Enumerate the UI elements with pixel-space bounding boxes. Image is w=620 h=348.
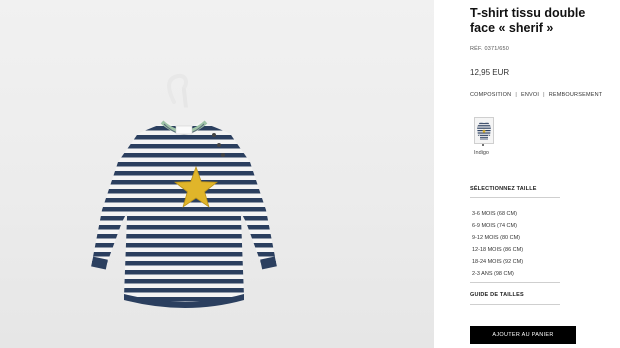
- add-to-cart-button[interactable]: AJOUTER AU PANIER: [470, 326, 576, 344]
- refund-link[interactable]: REMBOURSEMENT: [549, 92, 603, 98]
- striped-shirt: [91, 120, 277, 308]
- size-option[interactable]: 3-6 MOIS (68 CM): [472, 208, 523, 220]
- info-links: COMPOSITION | ENVOI | REMBOURSEMENT: [470, 92, 620, 98]
- size-option[interactable]: 9-12 MOIS (80 CM): [472, 232, 523, 244]
- composition-link[interactable]: COMPOSITION: [470, 92, 511, 98]
- color-name-label: Indigo: [474, 150, 489, 156]
- color-swatch-indigo[interactable]: [474, 117, 494, 144]
- size-option[interactable]: 6-9 MOIS (74 CM): [472, 220, 523, 232]
- size-guide-link[interactable]: GUIDE DE TAILLES: [470, 292, 524, 298]
- divider: [470, 282, 560, 283]
- size-option[interactable]: 18-24 MOIS (92 CM): [472, 256, 523, 268]
- shipping-link[interactable]: ENVOI: [521, 92, 539, 98]
- size-option[interactable]: 12-18 MOIS (86 CM): [472, 244, 523, 256]
- size-options-list: 3-6 MOIS (68 CM) 6-9 MOIS (74 CM) 9-12 M…: [472, 208, 523, 280]
- striped-shirt-thumbnail-icon: [477, 122, 491, 140]
- divider: [470, 304, 560, 305]
- link-separator: |: [515, 92, 517, 98]
- hanger: [144, 73, 228, 126]
- link-separator: |: [543, 92, 545, 98]
- product-photo: [0, 0, 434, 348]
- select-size-heading: SÉLECTIONNEZ TAILLE: [470, 186, 537, 192]
- selected-color-indicator: [482, 144, 484, 146]
- product-title: T-shirt tissu double face « sherif »: [470, 6, 618, 36]
- product-price: 12,95 EUR: [470, 68, 510, 77]
- shirt-body: [124, 122, 244, 304]
- product-title-line-1: T-shirt tissu double: [470, 6, 586, 20]
- size-option[interactable]: 2-3 ANS (98 CM): [472, 268, 523, 280]
- product-reference: RÉF. 0371/650: [470, 46, 509, 52]
- divider: [470, 197, 560, 198]
- product-title-line-2: face « sherif »: [470, 21, 554, 35]
